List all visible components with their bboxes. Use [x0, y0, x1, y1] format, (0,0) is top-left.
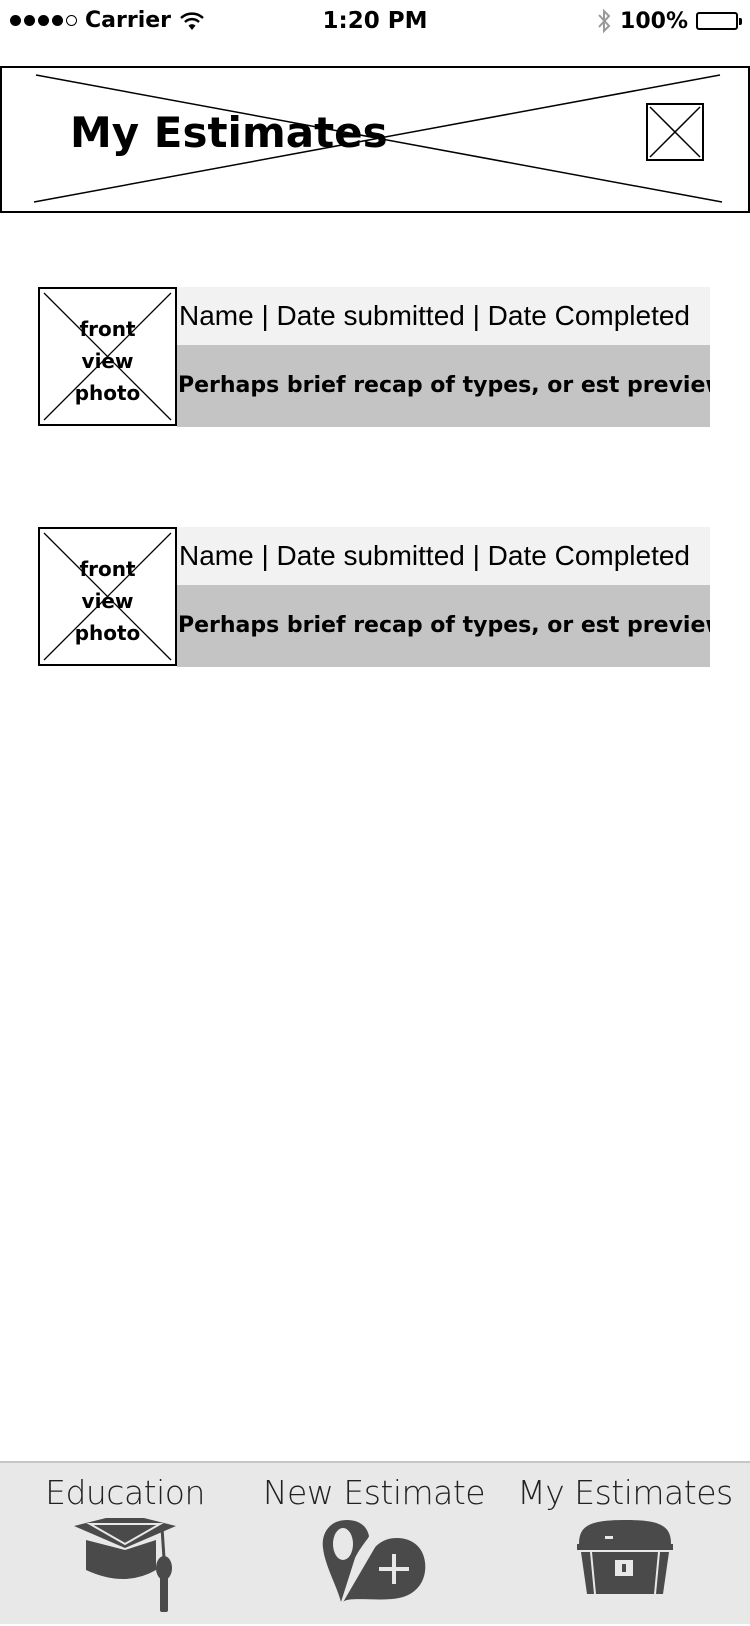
bluetooth-icon — [598, 8, 611, 34]
tab-my-estimates[interactable]: My Estimates — [512, 1463, 738, 1626]
estimate-title: Name | Date submitted | Date Completed — [177, 527, 710, 585]
battery-icon — [696, 12, 742, 30]
tab-label: Education — [45, 1473, 205, 1512]
estimate-title: Name | Date submitted | Date Completed — [177, 287, 710, 345]
status-right: 100% — [596, 8, 742, 34]
front-view-photo-placeholder: front view photo — [38, 287, 177, 426]
estimate-card[interactable]: front view photo Name | Date submitted |… — [38, 527, 710, 667]
map-pin-add-icon — [322, 1520, 426, 1603]
header-banner: My Estimates — [0, 66, 750, 213]
image-placeholder-icon[interactable] — [646, 103, 704, 161]
page-title: My Estimates — [70, 108, 388, 157]
estimate-card[interactable]: front view photo Name | Date submitted |… — [38, 287, 710, 427]
photo-label: front view photo — [74, 317, 141, 405]
photo-label: front view photo — [74, 557, 141, 645]
estimate-recap: Perhaps brief recap of types, or est pre… — [177, 345, 710, 427]
status-bar: Carrier 1:20 PM 100% — [0, 0, 750, 44]
tab-label: My Estimates — [517, 1473, 733, 1512]
battery-percent: 100% — [620, 8, 688, 34]
treasure-chest-icon — [577, 1520, 673, 1595]
tab-new-estimate[interactable]: New Estimate — [258, 1463, 490, 1626]
graduation-cap-icon — [74, 1518, 176, 1612]
tab-label: New Estimate — [262, 1473, 486, 1512]
tab-education[interactable]: Education — [20, 1463, 230, 1626]
front-view-photo-placeholder: front view photo — [38, 527, 177, 666]
estimate-recap: Perhaps brief recap of types, or est pre… — [177, 585, 710, 667]
tab-bar: Education New Estimate My Estimates — [0, 1461, 750, 1624]
